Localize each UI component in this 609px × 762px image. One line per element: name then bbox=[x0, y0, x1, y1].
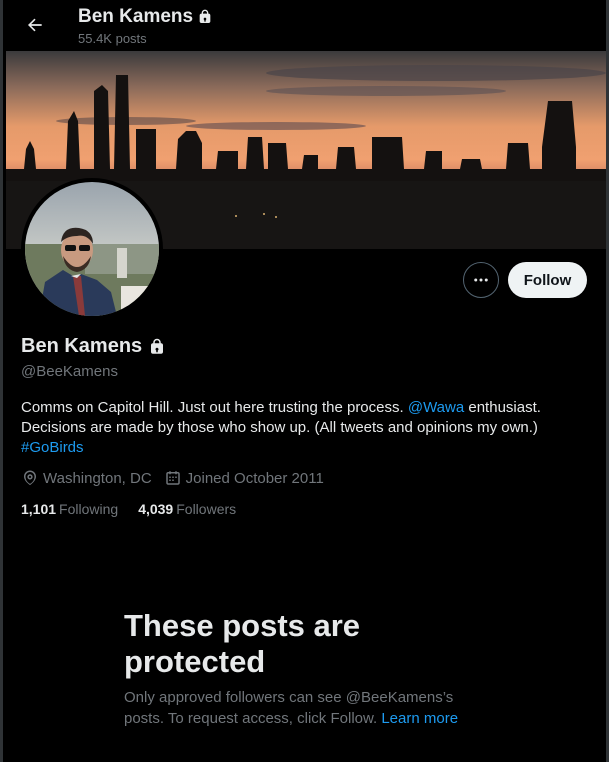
followers-link[interactable]: 4,039 Followers bbox=[138, 501, 236, 517]
join-date-text: Joined October 2011 bbox=[185, 469, 324, 487]
posts-count: 55.4K posts bbox=[78, 31, 147, 46]
bio-text: Comms on Capitol Hill. Just out here tru… bbox=[21, 399, 408, 416]
display-name: Ben Kamens bbox=[21, 335, 166, 358]
lock-icon bbox=[199, 9, 211, 23]
profile-header-bar: Ben Kamens 55.4K posts bbox=[6, 0, 606, 51]
location-pin-icon bbox=[24, 470, 36, 486]
profile-meta: Washington, DC Joined October 2011 bbox=[21, 469, 336, 487]
back-button[interactable] bbox=[20, 10, 50, 40]
lock-icon bbox=[151, 338, 164, 354]
learn-more-link[interactable]: Learn more bbox=[381, 710, 458, 727]
mention-link-wawa[interactable]: @Wawa bbox=[408, 399, 464, 416]
protected-posts-message: Only approved followers can see @BeeKame… bbox=[124, 687, 484, 729]
profile-bio: Comms on Capitol Hill. Just out here tru… bbox=[21, 398, 581, 458]
more-dots-icon bbox=[474, 278, 488, 282]
following-link[interactable]: 1,101 Following bbox=[21, 501, 118, 517]
arrow-left-icon bbox=[28, 18, 42, 32]
follow-stats: 1,101 Following 4,039 Followers bbox=[21, 501, 236, 517]
hashtag-link-gobirds[interactable]: #GoBirds bbox=[21, 439, 84, 456]
calendar-icon bbox=[165, 471, 180, 485]
page-frame: Ben Kamens 55.4K posts Follow Ben Kamens… bbox=[0, 0, 609, 762]
followers-label: Followers bbox=[176, 501, 237, 517]
join-date: Joined October 2011 bbox=[164, 469, 324, 487]
location-text: Washington, DC bbox=[43, 469, 152, 487]
following-label: Following bbox=[59, 501, 119, 517]
followers-count: 4,039 bbox=[138, 501, 174, 517]
follow-button[interactable]: Follow bbox=[508, 262, 587, 298]
more-options-button[interactable] bbox=[463, 262, 499, 298]
header-name-text: Ben Kamens bbox=[78, 6, 194, 27]
user-handle: @BeeKamens bbox=[21, 363, 118, 380]
display-name-text: Ben Kamens bbox=[21, 335, 143, 357]
avatar[interactable] bbox=[21, 178, 163, 320]
following-count: 1,101 bbox=[21, 501, 57, 517]
protected-posts-title: These posts are protected bbox=[124, 608, 361, 679]
header-title: Ben Kamens bbox=[78, 6, 213, 28]
location: Washington, DC bbox=[21, 469, 152, 487]
